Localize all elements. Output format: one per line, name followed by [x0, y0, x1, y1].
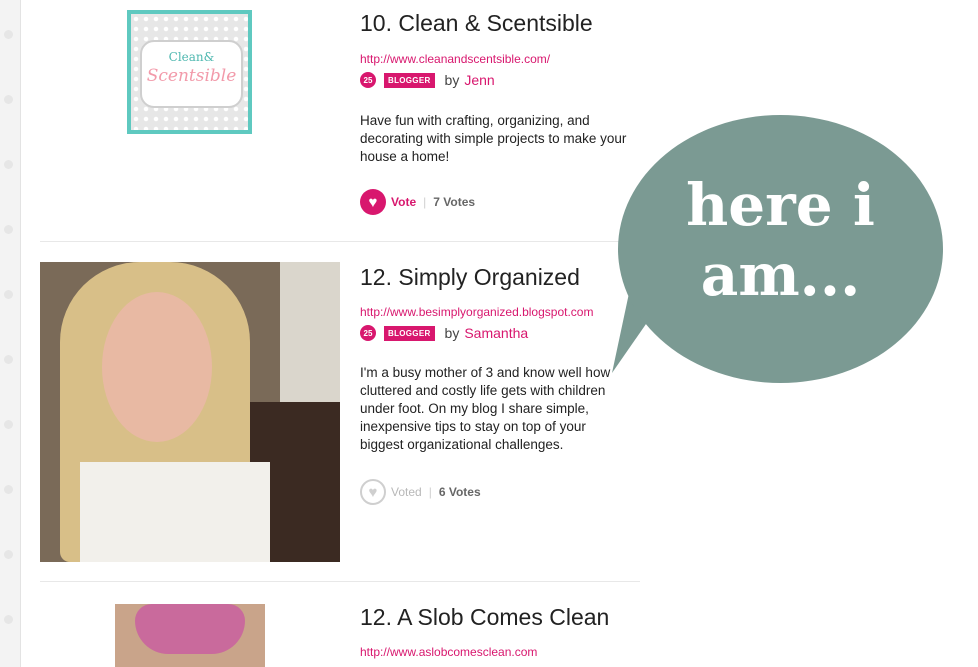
author-link[interactable]: Jenn [464, 72, 494, 88]
heart-icon[interactable]: ♥ [360, 189, 386, 215]
bandana-shape [135, 604, 245, 654]
speech-bubble-text: here i am... [618, 170, 943, 310]
role-badge: BLOGGER [384, 72, 435, 88]
entry-description: I'm a busy mother of 3 and know well how… [360, 365, 611, 452]
logo-label: Clean& Scentsible [140, 40, 243, 108]
rail-dot [4, 615, 13, 624]
entry-title[interactable]: 12. Simply Organized [360, 264, 580, 291]
blogger-photo[interactable] [115, 604, 265, 667]
bubble-line2: am... [700, 241, 861, 309]
logo-line1: Clean& [168, 50, 215, 64]
vote-separator: | [428, 485, 432, 499]
rail-dot [4, 420, 13, 429]
entry-title[interactable]: 12. A Slob Comes Clean [360, 604, 609, 631]
rail-dot [4, 30, 13, 39]
voted-label: Voted [391, 485, 422, 499]
entry-description: Have fun with crafting, organizing, and … [360, 113, 627, 164]
by-label: by [444, 72, 460, 88]
list-item: Clean& Scentsible 10. Clean & Scentsible… [40, 0, 640, 240]
logo-line2: Scentsible [146, 66, 237, 86]
author-link[interactable]: Samantha [464, 325, 528, 341]
level-badge: 25 [360, 325, 376, 341]
entry-url-link[interactable]: http://www.cleanandscentsible.com/ [360, 52, 550, 66]
rail-dot [4, 225, 13, 234]
entry-meta: 25 BLOGGER by Jenn [360, 72, 495, 88]
face-shape [102, 292, 212, 442]
left-rail [0, 0, 21, 667]
entry-url-link[interactable]: http://www.besimplyorganized.blogspot.co… [360, 305, 593, 319]
blog-logo-image[interactable]: Clean& Scentsible [127, 10, 252, 134]
vote-control: ♥ Voted | 6 Votes [360, 478, 481, 506]
vote-control: ♥ Vote | 7 Votes [360, 188, 475, 216]
vote-separator: | [423, 195, 427, 209]
rail-dot [4, 355, 13, 364]
rail-dot [4, 95, 13, 104]
vote-count: 7 Votes [433, 195, 476, 209]
by-label: by [444, 325, 460, 341]
entry-meta: 25 BLOGGER by Samantha [360, 325, 528, 341]
role-badge: BLOGGER [384, 325, 435, 341]
list-item: 12. Simply Organized http://www.besimply… [40, 242, 640, 580]
rail-dot [4, 290, 13, 299]
vote-button[interactable]: Vote [391, 195, 416, 209]
entry-title[interactable]: 10. Clean & Scentsible [360, 10, 593, 37]
entry-url-link[interactable]: http://www.aslobcomesclean.com [360, 645, 537, 659]
blogger-photo[interactable] [40, 262, 340, 562]
level-badge: 25 [360, 72, 376, 88]
list-item: 12. A Slob Comes Clean http://www.aslobc… [40, 582, 640, 667]
rail-dot [4, 485, 13, 494]
rail-dot [4, 160, 13, 169]
bubble-line1: here i [686, 171, 875, 239]
rail-dot [4, 550, 13, 559]
heart-icon[interactable]: ♥ [360, 479, 386, 505]
vote-count: 6 Votes [438, 485, 481, 499]
top-shape [80, 462, 270, 562]
